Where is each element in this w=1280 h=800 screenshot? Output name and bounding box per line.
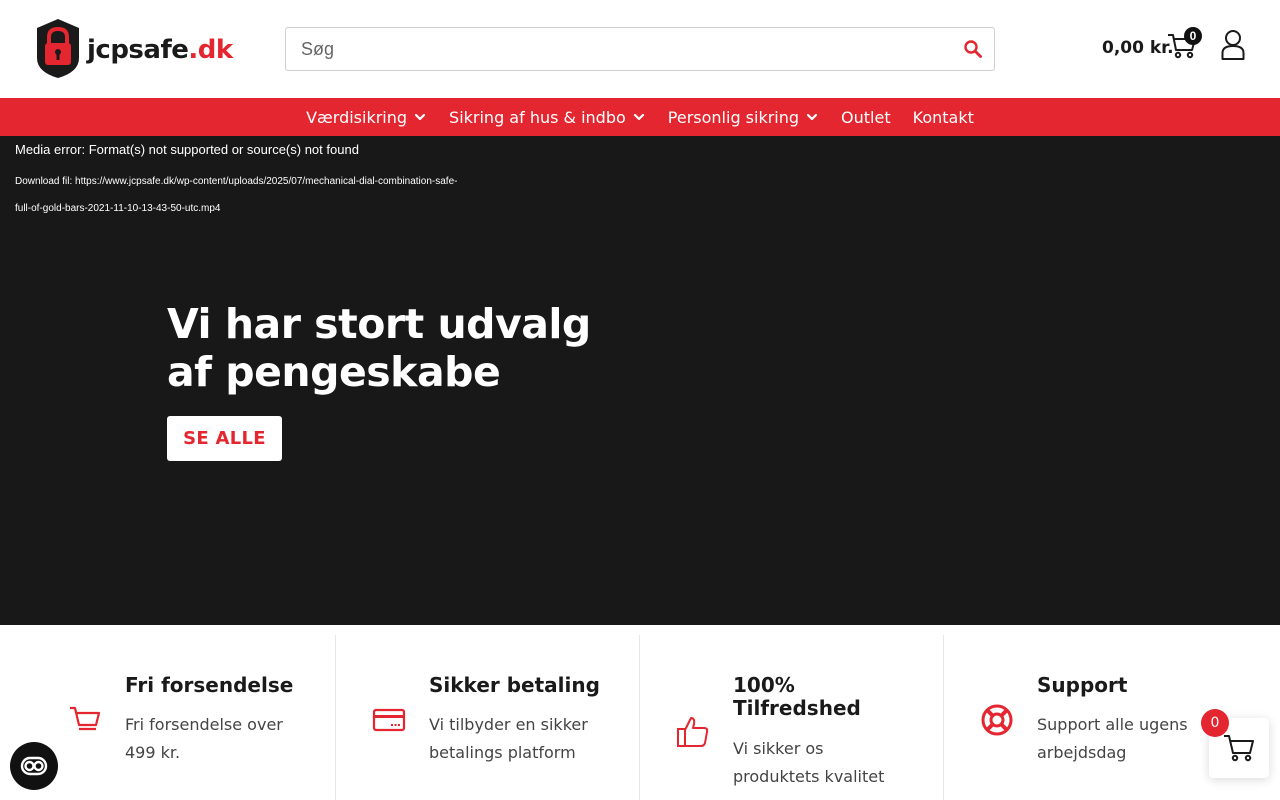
logo-text-accent: .dk	[188, 34, 233, 65]
nav-item-personlig-sikring[interactable]: Personlig sikring	[668, 108, 819, 127]
feature-text: Fri forsendelse over 499 kr.	[125, 715, 283, 762]
chevron-down-icon	[633, 113, 644, 121]
chevron-down-icon	[414, 113, 426, 121]
search-bar	[285, 27, 995, 71]
feature-divider	[943, 635, 944, 800]
feature-title: Sikker betaling	[429, 673, 600, 697]
hero-title-line: Vi har stort udvalg	[167, 300, 591, 348]
nav-item-outlet[interactable]: Outlet	[841, 108, 891, 127]
nav-item-label: Sikring af hus & indbo	[449, 107, 626, 127]
nav-item-kontakt[interactable]: Kontakt	[913, 108, 974, 127]
search-input[interactable]	[286, 28, 952, 70]
media-download-link[interactable]: Download fil: https://www.jcpsafe.dk/wp-…	[15, 168, 465, 222]
nav-item-label: Værdisikring	[306, 107, 408, 127]
features-bar: Fri forsendelse Fri forsendelse over 499…	[0, 625, 1280, 800]
chevron-down-icon	[806, 113, 818, 121]
user-icon[interactable]	[1221, 29, 1245, 60]
cart-total[interactable]: 0,00 kr.	[1102, 38, 1174, 58]
feature-text: Vi sikker os produktets kvalitet	[733, 739, 885, 786]
feature-title: Support	[1037, 673, 1128, 697]
search-icon	[964, 40, 982, 58]
search-button[interactable]	[952, 28, 994, 70]
feature-divider	[639, 635, 640, 800]
nav-item-label: Kontakt	[912, 107, 974, 127]
padlock-icon	[37, 19, 79, 78]
logo-text-main: jcpsafe	[87, 34, 189, 65]
feature-title: Fri forsendelse	[125, 673, 294, 697]
cart-icon	[1224, 735, 1254, 762]
nav-item-vaerdisikring[interactable]: Værdisikring	[306, 108, 427, 127]
thumbs-up-icon	[677, 717, 709, 747]
hero-title: Vi har stort udvalg af pengeskabe	[167, 300, 627, 396]
cart-count-badge: 0	[1184, 27, 1202, 45]
hero-title-line: af pengeskabe	[167, 348, 501, 396]
floating-cart-count-badge: 0	[1201, 709, 1229, 737]
nav-item-label: Personlig sikring	[667, 107, 800, 127]
cart-icon	[70, 706, 101, 731]
credit-card-icon	[372, 708, 406, 732]
hero-banner: Media error: Format(s) not supported or …	[0, 136, 1280, 625]
media-error-message: Media error: Format(s) not supported or …	[15, 142, 359, 157]
feature-text: Vi tilbyder en sikker betalings platform	[429, 715, 588, 762]
lifebuoy-icon	[981, 704, 1013, 736]
nav-item-label: Outlet	[841, 107, 891, 127]
main-nav: Værdisikring Sikring af hus & indbo Pers…	[0, 98, 1280, 136]
accessibility-button[interactable]	[10, 742, 58, 790]
site-logo[interactable]: jcpsafe.dk	[33, 18, 233, 79]
site-header: jcpsafe.dk 0,00 kr. 0	[0, 0, 1280, 98]
feature-title: 100% Tilfredshed	[733, 673, 861, 720]
feature-text: Support alle ugens arbejdsdag	[1037, 715, 1188, 762]
see-all-button[interactable]: SE ALLE	[167, 416, 282, 461]
accessibility-toggle-icon	[20, 756, 48, 776]
feature-divider	[335, 635, 336, 800]
nav-item-sikring-af-hus[interactable]: Sikring af hus & indbo	[449, 108, 646, 127]
